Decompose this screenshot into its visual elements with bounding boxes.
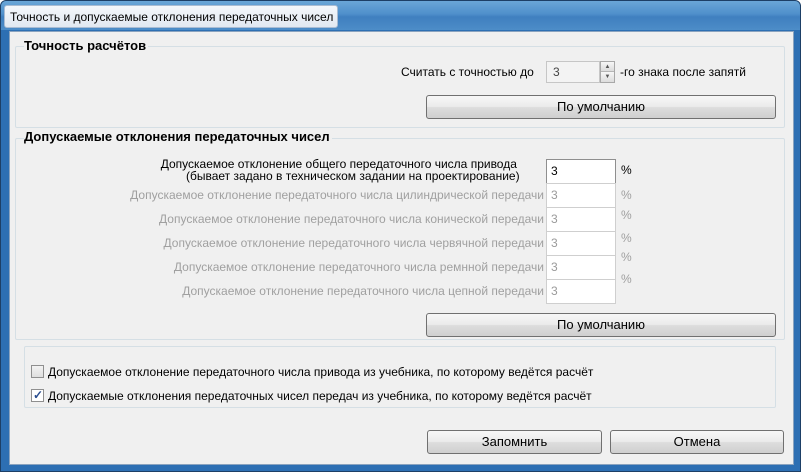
spin-up-icon[interactable]: ▲ xyxy=(601,62,614,72)
bevel-deviation-unit: % xyxy=(621,208,632,222)
deviations-group-title: Допускаемые отклонения передаточных чисе… xyxy=(24,129,332,144)
window-title: Точность и допускаемые отклонения переда… xyxy=(10,10,334,24)
option2-checkbox[interactable]: ✓ xyxy=(31,388,44,402)
belt-deviation-input[interactable]: 3 xyxy=(546,255,616,280)
belt-deviation-unit-extra: % xyxy=(621,272,632,286)
cylindrical-deviation-unit: % xyxy=(621,188,632,202)
accuracy-prefix-label: Считать с точностью до xyxy=(401,65,534,79)
cancel-button[interactable]: Отмена xyxy=(610,430,784,454)
total-deviation-label-line2: (бывает задано в техническом задании на … xyxy=(186,169,520,183)
chain-deviation-label: Допускаемое отклонение передаточного чис… xyxy=(182,284,544,298)
total-deviation-unit: % xyxy=(621,163,632,177)
save-button[interactable]: Запомнить xyxy=(427,430,602,454)
total-deviation-label: Допускаемое отклонение общего передаточн… xyxy=(158,158,520,182)
total-deviation-input[interactable]: 3 xyxy=(546,159,616,184)
worm-deviation-label: Допускаемое отклонение передаточного чис… xyxy=(163,236,544,250)
cylindrical-deviation-input[interactable]: 3 xyxy=(546,183,616,208)
belt-deviation-unit: % xyxy=(621,250,632,264)
worm-deviation-input[interactable]: 3 xyxy=(546,231,616,256)
accuracy-default-button[interactable]: По умолчанию xyxy=(426,95,776,119)
title-bar: Точность и допускаемые отклонения переда… xyxy=(1,1,800,30)
bevel-deviation-label: Допускаемое отклонение передаточного чис… xyxy=(159,212,544,226)
check-mark-icon: ✓ xyxy=(33,388,44,402)
accuracy-digits-input[interactable]: 3 xyxy=(546,61,600,83)
accuracy-digits-spinner[interactable]: ▲ ▼ xyxy=(600,61,615,83)
worm-deviation-unit: % xyxy=(621,231,632,245)
deviations-default-button[interactable]: По умолчанию xyxy=(426,313,776,337)
accuracy-suffix-label: -го знака после запятй xyxy=(620,65,746,79)
belt-deviation-label: Допускаемое отклонение передаточного чис… xyxy=(173,260,544,274)
accuracy-group-title: Точность расчётов xyxy=(24,38,149,53)
spin-down-icon[interactable]: ▼ xyxy=(601,72,614,82)
cylindrical-deviation-label: Допускаемое отклонение передаточного чис… xyxy=(130,188,544,202)
chain-deviation-input[interactable]: 3 xyxy=(546,279,616,304)
option1-label: Допускаемое отклонение передаточного чис… xyxy=(48,365,594,379)
bevel-deviation-input[interactable]: 3 xyxy=(546,207,616,232)
option2-label: Допускаемые отклонения передаточных чисе… xyxy=(48,389,592,403)
option1-checkbox[interactable] xyxy=(31,365,44,378)
